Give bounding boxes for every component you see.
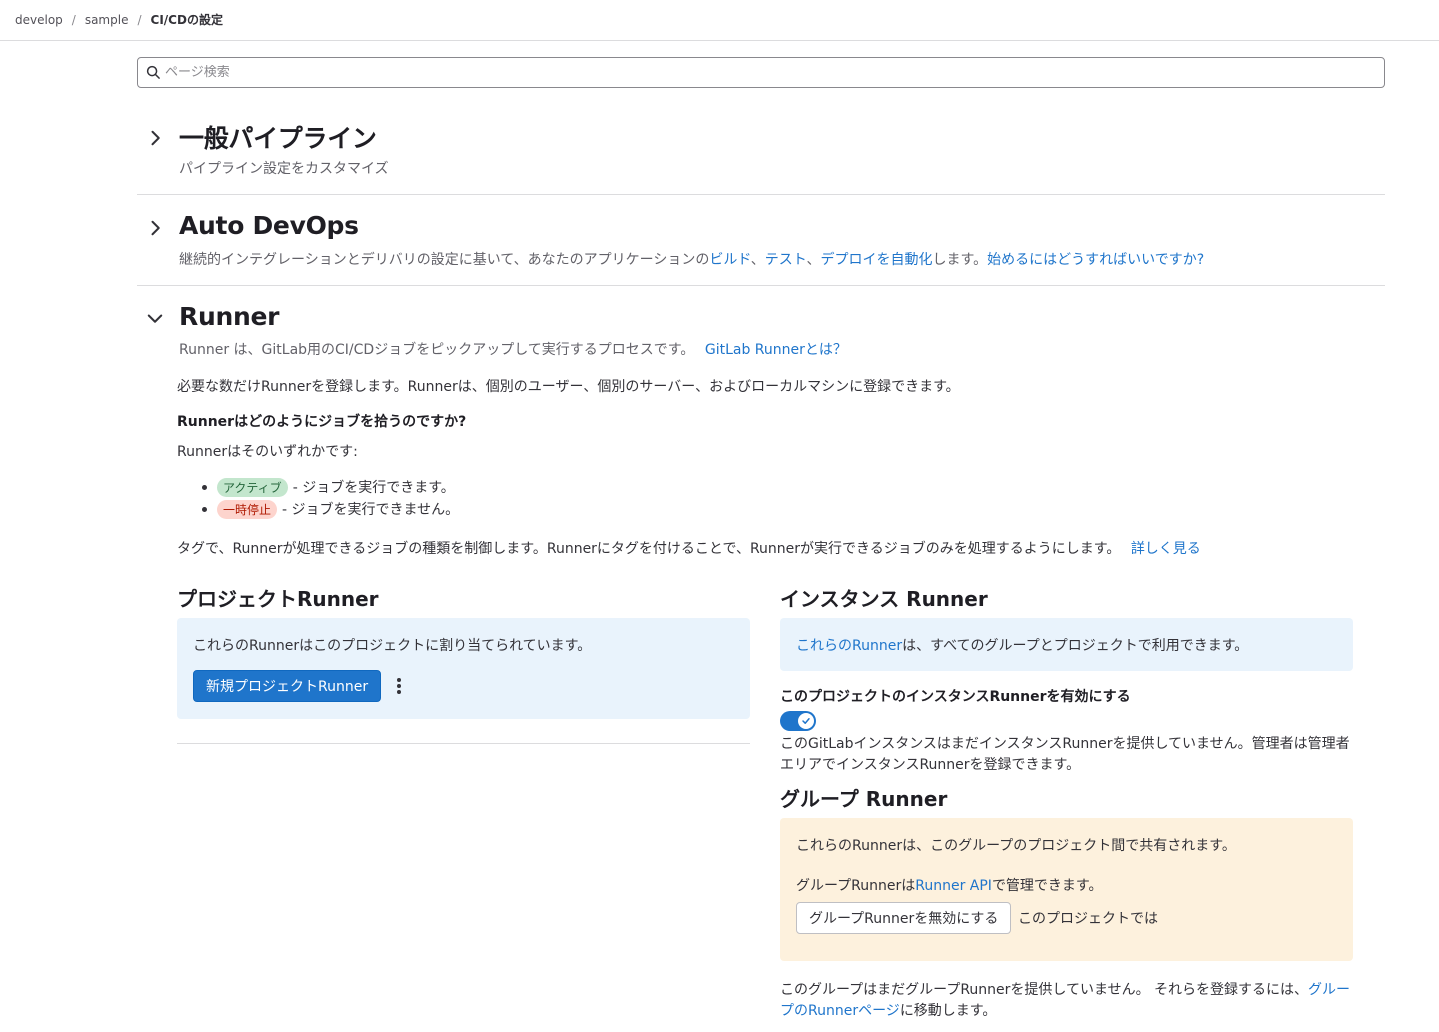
runner-how-title: Runnerはどのようにジョブを拾うのですか?	[177, 414, 467, 430]
section-description: パイプライン設定をカスタマイズ	[179, 161, 389, 177]
project-runner-text: これらのRunnerはこのプロジェクトに割り当てられています。	[193, 638, 592, 654]
page-search[interactable]	[137, 57, 1385, 88]
list-item: 一時停止 - ジョブを実行できません。	[177, 498, 459, 520]
instance-runner-toggle-label: このプロジェクトのインスタンスRunnerを有効にする	[780, 689, 1131, 705]
section-description: Runner は、GitLab用のCI/CDジョブをピックアップして実行するプロ…	[179, 339, 847, 359]
disable-group-runners-button[interactable]: グループRunnerを無効にする	[796, 902, 1012, 934]
group-runner-title: グループ Runner	[780, 787, 948, 811]
group-runner-box: これらのRunnerは、このグループのプロジェクト間で共有されます。 グループR…	[780, 818, 1353, 961]
section-description: 継続的インテグレーションとデリバリの設定に基いて、あなたのアプリケーションのビル…	[179, 249, 1204, 269]
group-runner-empty-line2: プのRunnerページに移動します。	[780, 1000, 996, 1020]
section-auto-devops[interactable]: Auto DevOps 継続的インテグレーションとデリバリの設定に基いて、あなた…	[137, 210, 1385, 270]
link-build[interactable]: ビルド	[709, 252, 750, 268]
top-bar: develop / sample / CI/CDの設定	[0, 0, 1439, 41]
divider	[177, 743, 750, 744]
new-project-runner-button[interactable]: 新規プロジェクトRunner	[193, 670, 382, 702]
instance-runner-note-line2: エリアでインスタンスRunnerを登録できます。	[780, 757, 1081, 773]
search-icon	[146, 65, 160, 79]
project-runner-title: プロジェクトRunner	[177, 587, 379, 611]
group-runner-shared-text: これらのRunnerは、このグループのプロジェクト間で共有されます。	[796, 838, 1236, 854]
state-text: - ジョブを実行できません。	[282, 502, 460, 518]
instance-runner-title: インスタンス Runner	[780, 587, 988, 611]
breadcrumb-separator: /	[137, 12, 142, 27]
breadcrumb-develop[interactable]: develop	[15, 13, 63, 27]
link-deploy[interactable]: デプロイを自動化	[821, 252, 933, 268]
group-runner-empty-line1: このグループはまだグループRunnerを提供していません。 それらを登録するには…	[780, 979, 1350, 999]
link-getting-started[interactable]: 始めるにはどうすればいいですか?	[987, 252, 1204, 268]
desc-text: 継続的インテグレーションとデリバリの設定に基いて、あなたのアプリケーションの	[179, 252, 710, 268]
instance-runner-box: これらのRunnerは、すべてのグループとプロジェクトで利用できます。	[780, 618, 1353, 671]
api-prefix: グループRunnerは	[796, 878, 916, 894]
link-learn-more[interactable]: 詳しく見る	[1131, 541, 1201, 557]
chevron-right-icon[interactable]	[145, 128, 165, 148]
link-these-runners[interactable]: これらのRunner	[796, 638, 902, 654]
link-group-runners-page[interactable]: プのRunnerページ	[780, 1003, 900, 1019]
link-what-is-runner[interactable]: GitLab Runnerとは？	[705, 342, 847, 358]
empty-text: このグループはまだグループRunnerを提供していません。 それらを登録するには…	[780, 982, 1309, 998]
breadcrumb-separator: /	[71, 12, 76, 27]
link-test[interactable]: テスト	[765, 252, 807, 268]
status-badge-active: アクティブ	[217, 477, 288, 497]
search-input[interactable]	[165, 65, 1365, 80]
divider	[137, 285, 1385, 286]
more-options-icon[interactable]	[389, 676, 409, 696]
breadcrumb-sample[interactable]: sample	[85, 13, 129, 27]
state-text: - ジョブを実行できます。	[292, 480, 455, 496]
section-title[interactable]: 一般パイプライン	[179, 119, 377, 155]
empty-suffix: に移動します。	[899, 1003, 997, 1019]
bullet	[202, 484, 207, 490]
check-icon	[798, 713, 814, 729]
section-title[interactable]: Auto DevOps	[179, 211, 359, 240]
bullet	[202, 506, 207, 512]
list-item: アクティブ - ジョブを実行できます。	[177, 476, 459, 498]
chevron-down-icon[interactable]	[145, 308, 165, 328]
breadcrumb-current: CI/CDの設定	[150, 13, 223, 27]
runner-intro: 必要な数だけRunnerを登録します。Runnerは、個別のユーザー、個別のサー…	[177, 379, 960, 395]
api-suffix: で管理できます。	[991, 878, 1103, 894]
runner-state-list: アクティブ - ジョブを実行できます。 一時停止 - ジョブを実行できません。	[177, 476, 459, 520]
section-general-pipelines[interactable]: 一般パイプライン パイプライン設定をカスタマイズ	[137, 118, 1385, 178]
info-text: は、すべてのグループとプロジェクトで利用できます。	[902, 638, 1249, 654]
instance-runner-note-line1: このGitLabインスタンスはまだインスタンスRunnerを提供していません。管…	[780, 736, 1350, 752]
section-title[interactable]: Runner	[179, 302, 279, 331]
link-group-runners-page[interactable]: グルー	[1308, 982, 1350, 998]
chevron-right-icon[interactable]	[145, 218, 165, 238]
runner-either: Runnerはそのいずれかです:	[177, 444, 358, 460]
project-runner-box: これらのRunnerはこのプロジェクトに割り当てられています。 新規プロジェクト…	[177, 618, 750, 719]
desc-text: 、	[806, 252, 821, 268]
section-runner[interactable]: Runner Runner は、GitLab用のCI/CDジョブをピックアップし…	[137, 300, 1385, 360]
link-runner-api[interactable]: Runner API	[915, 878, 992, 894]
tags-text: タグで、Runnerが処理できるジョブの種類を制御します。Runnerにタグを付…	[177, 541, 1121, 557]
divider	[137, 194, 1385, 195]
instance-runner-toggle[interactable]	[780, 711, 816, 731]
desc-text: Runner は、GitLab用のCI/CDジョブをピックアップして実行するプロ…	[179, 342, 695, 358]
desc-text: 、	[750, 252, 765, 268]
breadcrumb: develop / sample / CI/CDの設定	[15, 11, 223, 28]
disable-suffix-text: このプロジェクトでは	[1018, 911, 1158, 927]
group-runner-api-text: グループRunnerはRunner APIで管理できます。	[796, 875, 1103, 895]
desc-text: します。	[932, 252, 988, 268]
runner-tags-text: タグで、Runnerが処理できるジョブの種類を制御します。Runnerにタグを付…	[177, 538, 1201, 558]
instance-runner-info: これらのRunnerは、すべてのグループとプロジェクトで利用できます。	[796, 635, 1248, 655]
status-badge-paused: 一時停止	[217, 499, 278, 519]
